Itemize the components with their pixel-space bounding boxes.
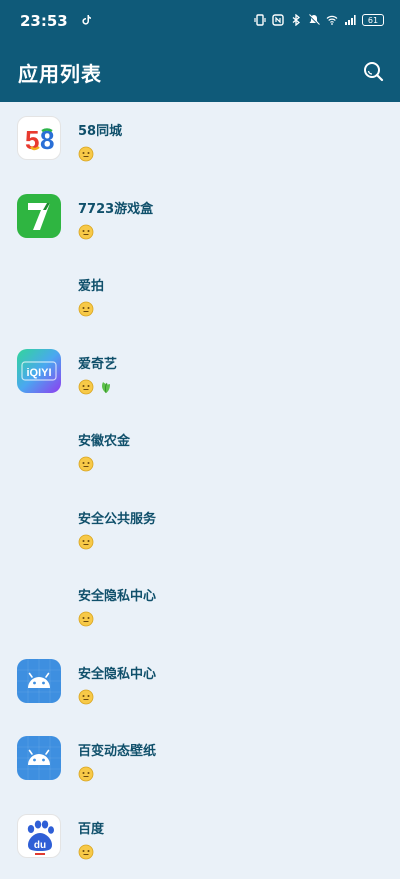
smile-face-icon: [78, 844, 94, 859]
list-item[interactable]: 安全隐私中心: [0, 567, 400, 645]
android-robot-icon: [17, 658, 61, 703]
app-name: 爱拍: [78, 279, 105, 294]
app-status: [78, 689, 94, 706]
tiktok-notification-icon: [82, 15, 91, 25]
status-bar: 23:53 61: [0, 0, 400, 44]
leaf-icon: [102, 381, 111, 393]
app-name: 7723游戏盒: [78, 201, 154, 217]
page-title: 应用列表: [18, 62, 102, 86]
list-item[interactable]: 百变动态壁纸: [0, 722, 400, 800]
svg-text:5: 5: [25, 125, 39, 155]
app-status: [78, 456, 94, 473]
app-status: [78, 224, 94, 241]
smile-face-icon: [78, 146, 94, 162]
app-7723-icon: [17, 193, 61, 238]
app-bar: 应用列表: [0, 44, 400, 102]
app-status: [78, 301, 94, 318]
app-status: [78, 611, 94, 628]
list-item[interactable]: iQIYI 爱奇艺: [0, 335, 400, 413]
app-name: 安徽农金: [78, 434, 131, 449]
app-58-icon: 5 8: [17, 116, 61, 160]
list-item[interactable]: 安徽农金: [0, 412, 400, 490]
app-name: 安全隐私中心: [78, 589, 157, 604]
app-name: 百变动态壁纸: [78, 744, 157, 759]
battery-icon: 61: [362, 14, 384, 26]
app-name: 安全公共服务: [78, 511, 157, 527]
list-item[interactable]: 安全隐私中心: [0, 645, 400, 723]
status-icons: 61: [254, 14, 384, 26]
app-status: [78, 379, 112, 396]
smile-face-icon: [78, 766, 94, 782]
status-time: 23:53: [20, 12, 68, 30]
app-status: [78, 534, 94, 551]
smile-face-icon: [78, 689, 94, 704]
nfc-icon: [272, 14, 284, 26]
baidu-paw-icon: du: [17, 813, 61, 858]
app-iqiyi-icon: iQIYI: [17, 348, 61, 393]
smile-face-icon: [78, 379, 94, 394]
app-status: [78, 146, 94, 163]
app-status: [78, 766, 94, 783]
app-name: 爱奇艺: [78, 356, 118, 372]
app-list: 5 8 58同城 7723游戏盒 爱拍 iQIYI 爱奇艺 安徽农金 安全公共服…: [0, 102, 400, 877]
app-name: 百度: [78, 821, 105, 837]
android-robot-icon: [17, 736, 61, 780]
smile-face-icon: [78, 534, 94, 549]
mute-icon: [308, 14, 320, 26]
wifi-icon: [326, 15, 338, 25]
list-item[interactable]: 安全公共服务: [0, 490, 400, 568]
app-name: 58同城: [78, 124, 123, 139]
baidu-logo-text: du: [34, 840, 46, 851]
signal-icon: [345, 15, 356, 25]
bluetooth-icon: [292, 14, 301, 26]
search-icon[interactable]: [362, 60, 384, 82]
list-item[interactable]: 5 8 58同城: [0, 102, 400, 180]
iqiyi-logo-text: iQIYI: [26, 367, 51, 379]
smile-face-icon: [78, 224, 94, 239]
smile-face-icon: [78, 456, 94, 472]
list-item[interactable]: 爱拍: [0, 257, 400, 335]
list-item[interactable]: 7723游戏盒: [0, 180, 400, 258]
vibrate-icon: [254, 14, 266, 26]
app-name: 安全隐私中心: [78, 666, 157, 682]
smile-face-icon: [78, 611, 94, 627]
list-item[interactable]: du 百度: [0, 800, 400, 878]
app-status: [78, 844, 94, 861]
smile-face-icon: [78, 301, 94, 317]
